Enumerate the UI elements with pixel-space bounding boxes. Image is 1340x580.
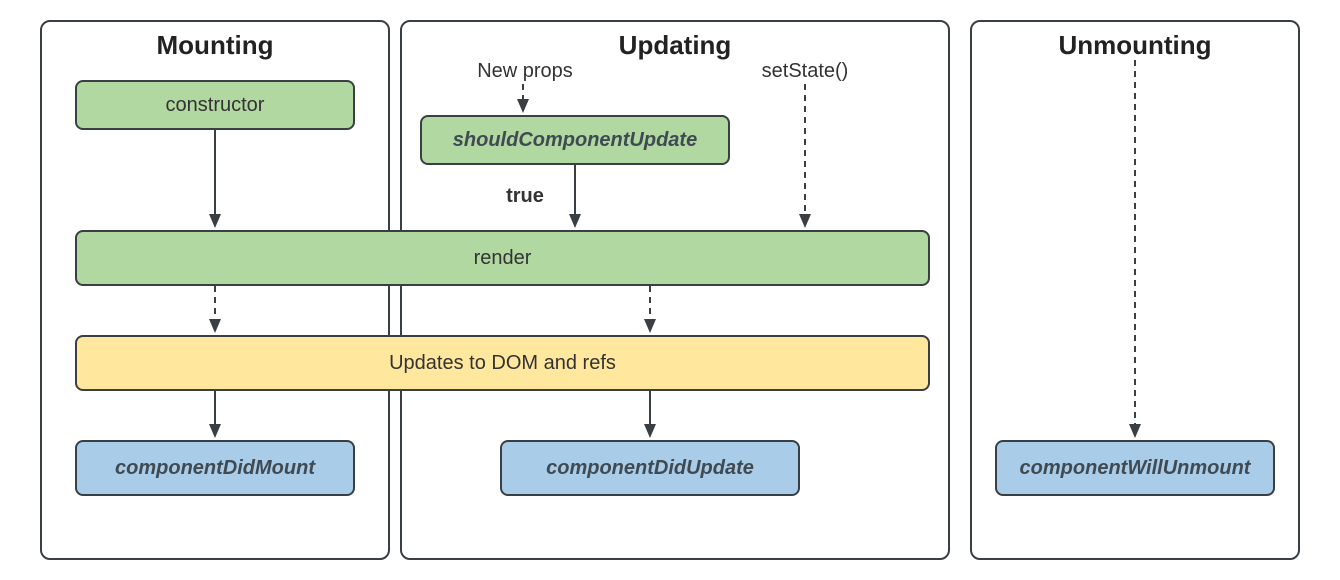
label-set-state: setState() (745, 60, 865, 83)
panel-title-mounting: Mounting (42, 30, 388, 61)
label-new-props: New props (460, 60, 590, 83)
box-constructor: constructor (75, 80, 355, 130)
label-true: true (500, 185, 550, 208)
box-component-did-mount: componentDidMount (75, 440, 355, 496)
box-render: render (75, 230, 930, 286)
box-component-did-update-label: componentDidUpdate (546, 457, 754, 480)
box-component-did-mount-label: componentDidMount (115, 457, 315, 480)
panel-title-unmounting: Unmounting (972, 30, 1298, 61)
box-component-did-update: componentDidUpdate (500, 440, 800, 496)
box-should-component-update-label: shouldComponentUpdate (453, 129, 697, 152)
panel-title-updating: Updating (402, 30, 948, 61)
box-component-will-unmount-label: componentWillUnmount (1020, 457, 1251, 480)
box-render-label: render (474, 247, 532, 270)
box-updates-dom-label: Updates to DOM and refs (389, 352, 616, 375)
box-should-component-update: shouldComponentUpdate (420, 115, 730, 165)
box-component-will-unmount: componentWillUnmount (995, 440, 1275, 496)
box-constructor-label: constructor (166, 94, 265, 117)
box-updates-dom: Updates to DOM and refs (75, 335, 930, 391)
